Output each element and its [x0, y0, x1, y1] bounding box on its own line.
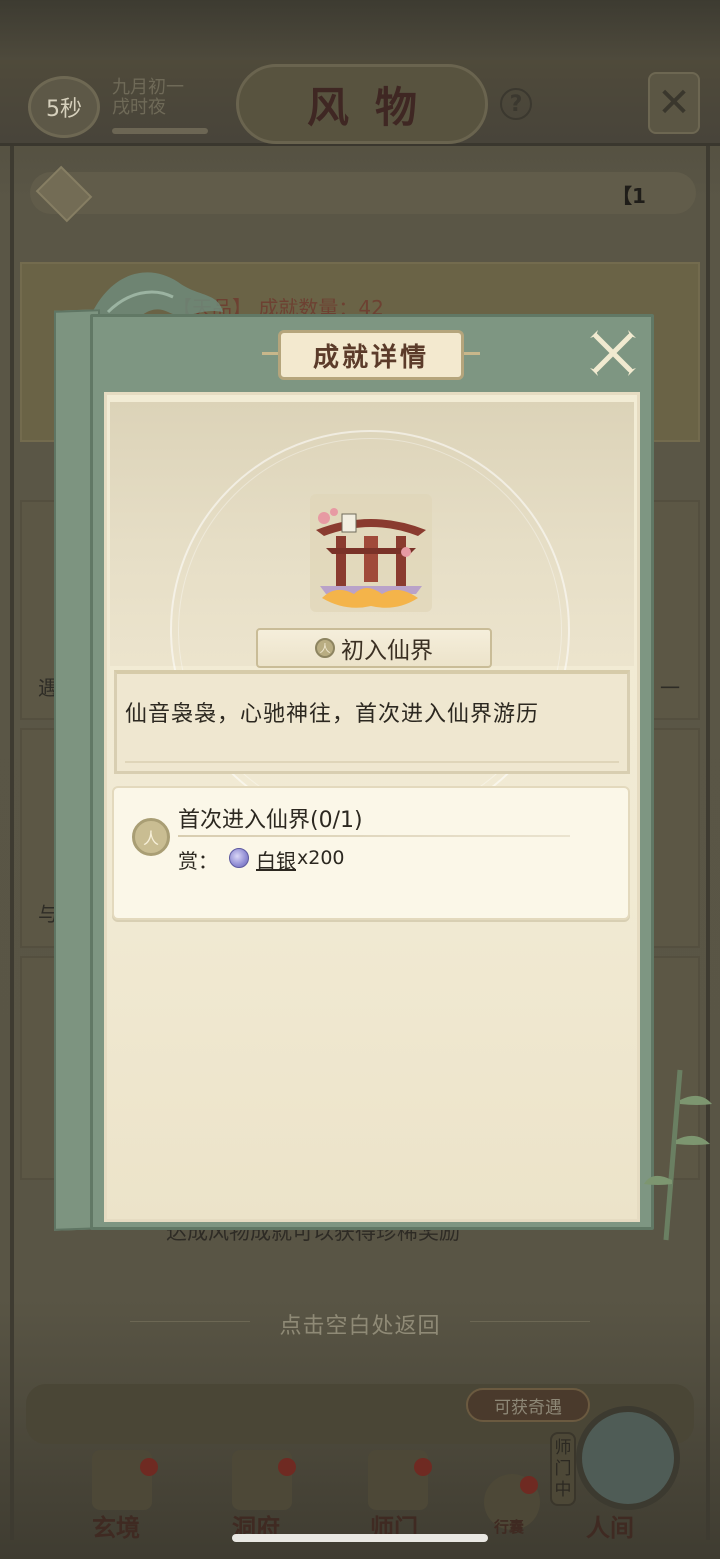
reward-item-link[interactable]: 白银 [256, 845, 296, 874]
tap-blank-to-return[interactable]: 点击空白处返回 [0, 1308, 720, 1340]
silver-coin-icon [229, 848, 249, 868]
date-day: 九月初一 [112, 77, 184, 98]
dialog-title: 成就详情 [278, 330, 464, 380]
page-title: 风物 [236, 64, 488, 144]
nav-bag[interactable]: 行囊 [494, 1516, 524, 1537]
achievement-name: 初入仙界 [341, 638, 433, 664]
achievement-description-box: 仙音袅袅，心驰神往，首次进入仙界游历 [114, 670, 630, 774]
description-divider [125, 761, 619, 763]
game-date: 九月初一 戌时夜 [112, 78, 184, 118]
background-row-text: 一 [660, 676, 680, 700]
bamboo-decoration [644, 1069, 712, 1241]
dialog-title-text: 成就详情 [312, 342, 429, 373]
notification-dot [520, 1476, 538, 1494]
announcement-text: 【1 [612, 184, 646, 208]
task-rank-icon: 人 [132, 818, 170, 856]
shimen-status-tag: 师门中 [550, 1432, 576, 1506]
header-ornament-right [462, 352, 480, 355]
date-time: 戌时夜 [112, 97, 166, 118]
task-title: 首次进入仙界(0/1) [178, 808, 363, 833]
encounter-label[interactable]: 可获奇遇 [466, 1388, 590, 1422]
page-title-text: 风物 [306, 82, 443, 132]
page-close-button[interactable]: ✕ [648, 72, 700, 134]
renjian-map-icon[interactable] [576, 1406, 680, 1510]
reward-quantity: x200 [297, 847, 345, 869]
date-progress [112, 128, 208, 134]
immortal-gate-icon [310, 494, 432, 612]
close-icon[interactable] [586, 326, 640, 380]
timer-badge: 5秒 [28, 76, 100, 138]
achievement-name-plaque: 人 初入仙界 [256, 628, 492, 668]
home-indicator [232, 1534, 488, 1542]
task-divider [178, 835, 570, 837]
announcement-bar [30, 172, 696, 214]
help-icon[interactable]: ? [500, 88, 532, 120]
rank-badge-icon: 人 [315, 638, 335, 658]
achievement-description: 仙音袅袅，心驰神往，首次进入仙界游历 [125, 702, 540, 727]
nav-renjian[interactable]: 人间 [586, 1508, 634, 1543]
nav-xuanjing[interactable]: 玄境 [92, 1508, 140, 1543]
notification-dot [278, 1458, 296, 1476]
notification-dot [414, 1458, 432, 1476]
notification-dot [140, 1458, 158, 1476]
reward-label: 赏： [178, 849, 218, 873]
